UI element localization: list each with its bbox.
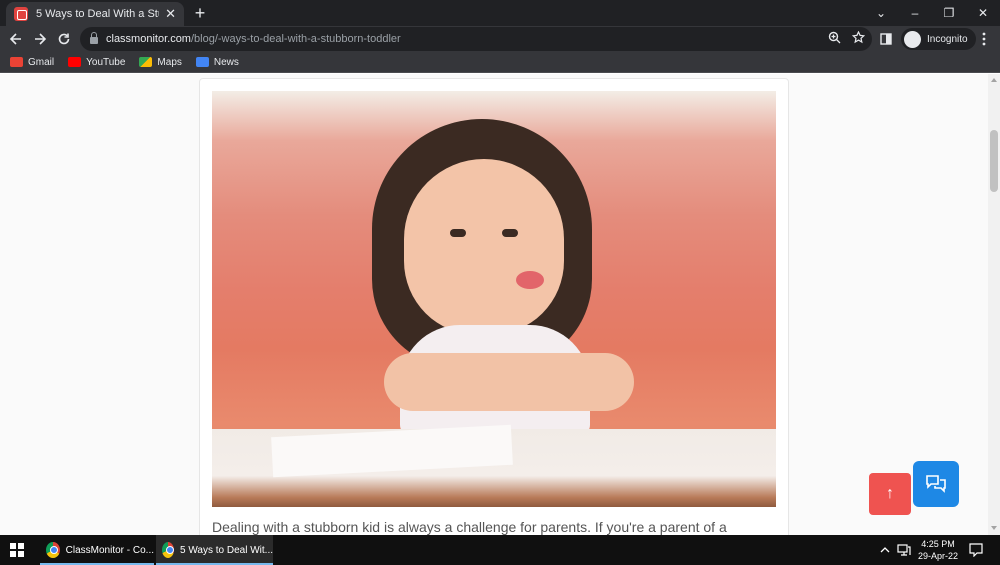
youtube-icon <box>68 57 82 67</box>
chrome-icon <box>46 542 60 558</box>
incognito-profile-button[interactable]: Incognito <box>901 28 976 50</box>
incognito-label: Incognito <box>927 33 968 45</box>
close-window-button[interactable]: ✕ <box>966 0 1000 26</box>
scroll-up-arrow-icon[interactable] <box>991 78 997 82</box>
reload-button[interactable] <box>53 28 75 50</box>
taskbar-app-label: ClassMonitor - Co... <box>65 544 154 556</box>
site-favicon-icon <box>14 7 28 21</box>
clock-time: 4:25 PM <box>921 539 955 549</box>
bookmark-star-icon[interactable] <box>852 31 865 44</box>
windows-start-icon[interactable] <box>10 543 24 557</box>
notification-center-icon[interactable] <box>969 543 983 557</box>
zoom-icon[interactable] <box>828 31 841 44</box>
browser-tab-active[interactable]: 5 Ways to Deal With a Stubborn T ✕ <box>6 2 184 26</box>
forward-arrow-icon <box>35 33 47 45</box>
image-child-eye-right <box>502 229 518 237</box>
bookmark-label: YouTube <box>86 56 126 68</box>
bookmark-youtube[interactable]: YouTube <box>68 57 125 68</box>
url-host: classmonitor.com <box>106 33 191 45</box>
bookmark-gmail[interactable]: Gmail <box>10 57 54 68</box>
lock-icon <box>90 32 98 44</box>
side-panel-icon[interactable] <box>880 33 892 45</box>
bookmark-label: News <box>213 56 239 68</box>
article-card: Dealing with a stubborn kid is always a … <box>199 78 789 535</box>
incognito-icon <box>904 30 921 48</box>
back-button[interactable] <box>5 28 27 50</box>
image-child-eye-left <box>450 229 466 237</box>
back-arrow-icon <box>9 33 21 45</box>
browser-toolbar: classmonitor.com /blog/-ways-to-deal-wit… <box>0 26 1000 52</box>
scroll-down-arrow-icon[interactable] <box>991 526 997 530</box>
image-child-crossed-arms <box>384 353 634 411</box>
browser-menu-icon[interactable] <box>982 32 986 46</box>
forward-button[interactable] <box>29 28 51 50</box>
page-content: Dealing with a stubborn kid is always a … <box>0 74 988 535</box>
restore-button[interactable]: ❐ <box>932 0 966 26</box>
scroll-to-top-button[interactable]: ↑ <box>869 473 911 515</box>
news-icon <box>195 57 209 67</box>
tab-close-icon[interactable]: ✕ <box>165 6 176 22</box>
bookmark-label: Gmail <box>28 56 55 68</box>
taskbar-clock[interactable]: 4:25 PM 29-Apr-22 <box>912 538 964 562</box>
reload-icon <box>58 33 70 45</box>
bookmark-label: Maps <box>157 56 182 68</box>
page-scrollbar[interactable] <box>988 74 1000 535</box>
new-tab-button[interactable]: + <box>190 3 210 24</box>
taskbar-app-classmonitor[interactable]: ClassMonitor - Co... <box>40 535 154 565</box>
maps-icon <box>139 57 153 67</box>
windows-taskbar: ClassMonitor - Co... 5 Ways to Deal Wit.… <box>0 535 1000 565</box>
chrome-icon <box>162 542 175 558</box>
browser-tab-strip: 5 Ways to Deal With a Stubborn T ✕ + ⌄ –… <box>0 0 1000 26</box>
tab-search-dropdown-icon[interactable]: ⌄ <box>864 0 898 26</box>
scroll-thumb[interactable] <box>990 130 998 192</box>
image-child-lips <box>516 271 544 289</box>
chat-icon <box>926 475 946 493</box>
bookmark-news[interactable]: News <box>195 56 239 68</box>
tray-chevron-up-icon[interactable] <box>880 546 890 554</box>
chat-button[interactable] <box>913 461 959 507</box>
address-bar[interactable]: classmonitor.com /blog/-ways-to-deal-wit… <box>80 27 872 51</box>
tab-title: 5 Ways to Deal With a Stubborn T <box>36 8 159 20</box>
article-intro-text: Dealing with a stubborn kid is always a … <box>212 519 727 535</box>
bookmarks-bar: Gmail YouTube Maps News <box>0 52 1000 73</box>
taskbar-app-article[interactable]: 5 Ways to Deal Wit... <box>156 535 273 565</box>
network-icon[interactable] <box>897 544 911 556</box>
gmail-icon <box>10 57 23 67</box>
image-child-face <box>404 159 564 335</box>
clock-date: 29-Apr-22 <box>917 551 959 561</box>
url-path: /blog/-ways-to-deal-with-a-stubborn-todd… <box>190 33 401 45</box>
article-hero-image <box>212 91 776 507</box>
bookmark-maps[interactable]: Maps <box>139 56 182 68</box>
taskbar-app-label: 5 Ways to Deal Wit... <box>180 544 273 556</box>
minimize-button[interactable]: – <box>898 0 932 26</box>
